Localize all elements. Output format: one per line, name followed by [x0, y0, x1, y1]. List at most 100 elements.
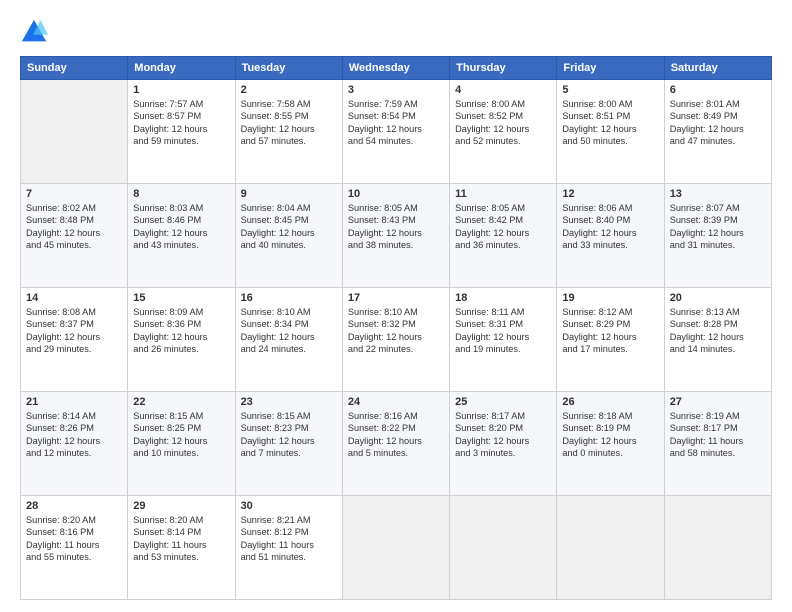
- weekday-row: SundayMondayTuesdayWednesdayThursdayFrid…: [21, 57, 772, 80]
- day-number: 21: [26, 396, 122, 408]
- day-info: Sunrise: 8:03 AM Sunset: 8:46 PM Dayligh…: [133, 202, 229, 252]
- day-number: 26: [562, 396, 658, 408]
- calendar-cell: 27 Sunrise: 8:19 AM Sunset: 8:17 PM Dayli…: [664, 392, 771, 496]
- calendar-cell: 4 Sunrise: 8:00 AM Sunset: 8:52 PM Daylig…: [450, 80, 557, 184]
- calendar-cell: 12Sunrise: 8:06 AM Sunset: 8:40 PM Dayli…: [557, 184, 664, 288]
- calendar-cell: 23 Sunrise: 8:15 AM Sunset: 8:23 PM Dayli…: [235, 392, 342, 496]
- calendar-cell: 17 Sunrise: 8:10 AM Sunset: 8:32 PM Dayli…: [342, 288, 449, 392]
- week-row-4: 28Sunrise: 8:20 AM Sunset: 8:16 PM Dayli…: [21, 496, 772, 600]
- day-info: Sunrise: 8:16 AM Sunset: 8:22 PM Dayligh…: [348, 410, 444, 460]
- day-info: Sunrise: 8:15 AM Sunset: 8:25 PM Dayligh…: [133, 410, 229, 460]
- day-number: 14: [26, 292, 122, 304]
- day-info: Sunrise: 7:59 AM Sunset: 8:54 PM Dayligh…: [348, 98, 444, 148]
- day-info: Sunrise: 8:00 AM Sunset: 8:52 PM Dayligh…: [455, 98, 551, 148]
- calendar-cell: 21 Sunrise: 8:14 AM Sunset: 8:26 PM Dayli…: [21, 392, 128, 496]
- calendar-cell: [21, 80, 128, 184]
- calendar-cell: 20 Sunrise: 8:13 AM Sunset: 8:28 PM Dayli…: [664, 288, 771, 392]
- calendar-header: SundayMondayTuesdayWednesdayThursdayFrid…: [21, 57, 772, 80]
- day-number: 17: [348, 292, 444, 304]
- weekday-header-saturday: Saturday: [664, 57, 771, 80]
- day-number: 16: [241, 292, 337, 304]
- day-number: 25: [455, 396, 551, 408]
- day-info: Sunrise: 8:14 AM Sunset: 8:26 PM Dayligh…: [26, 410, 122, 460]
- day-number: 11: [455, 188, 551, 200]
- day-number: 23: [241, 396, 337, 408]
- day-info: Sunrise: 8:05 AM Sunset: 8:42 PM Dayligh…: [455, 202, 551, 252]
- calendar-cell: 25Sunrise: 8:17 AM Sunset: 8:20 PM Dayli…: [450, 392, 557, 496]
- day-info: Sunrise: 8:11 AM Sunset: 8:31 PM Dayligh…: [455, 306, 551, 356]
- calendar-cell: [557, 496, 664, 600]
- calendar-cell: 5 Sunrise: 8:00 AM Sunset: 8:51 PM Daylig…: [557, 80, 664, 184]
- day-number: 27: [670, 396, 766, 408]
- calendar-cell: 3 Sunrise: 7:59 AM Sunset: 8:54 PM Daylig…: [342, 80, 449, 184]
- day-info: Sunrise: 7:57 AM Sunset: 8:57 PM Dayligh…: [133, 98, 229, 148]
- day-info: Sunrise: 8:09 AM Sunset: 8:36 PM Dayligh…: [133, 306, 229, 356]
- calendar-cell: 16Sunrise: 8:10 AM Sunset: 8:34 PM Dayli…: [235, 288, 342, 392]
- calendar-cell: 1 Sunrise: 7:57 AM Sunset: 8:57 PM Daylig…: [128, 80, 235, 184]
- day-number: 6: [670, 84, 766, 96]
- calendar-cell: 19 Sunrise: 8:12 AM Sunset: 8:29 PM Dayli…: [557, 288, 664, 392]
- day-info: Sunrise: 8:10 AM Sunset: 8:32 PM Dayligh…: [348, 306, 444, 356]
- day-info: Sunrise: 8:08 AM Sunset: 8:37 PM Dayligh…: [26, 306, 122, 356]
- day-info: Sunrise: 7:58 AM Sunset: 8:55 PM Dayligh…: [241, 98, 337, 148]
- header: [20, 18, 772, 46]
- day-number: 7: [26, 188, 122, 200]
- day-info: Sunrise: 8:07 AM Sunset: 8:39 PM Dayligh…: [670, 202, 766, 252]
- calendar-cell: 29Sunrise: 8:20 AM Sunset: 8:14 PM Dayli…: [128, 496, 235, 600]
- day-number: 30: [241, 500, 337, 512]
- day-number: 4: [455, 84, 551, 96]
- calendar-cell: 2 Sunrise: 7:58 AM Sunset: 8:55 PM Daylig…: [235, 80, 342, 184]
- weekday-header-friday: Friday: [557, 57, 664, 80]
- week-row-0: 1 Sunrise: 7:57 AM Sunset: 8:57 PM Daylig…: [21, 80, 772, 184]
- calendar-cell: 14 Sunrise: 8:08 AM Sunset: 8:37 PM Dayli…: [21, 288, 128, 392]
- day-info: Sunrise: 8:02 AM Sunset: 8:48 PM Dayligh…: [26, 202, 122, 252]
- day-number: 29: [133, 500, 229, 512]
- weekday-header-wednesday: Wednesday: [342, 57, 449, 80]
- calendar-cell: 22 Sunrise: 8:15 AM Sunset: 8:25 PM Dayli…: [128, 392, 235, 496]
- calendar-cell: 11 Sunrise: 8:05 AM Sunset: 8:42 PM Dayli…: [450, 184, 557, 288]
- day-info: Sunrise: 8:15 AM Sunset: 8:23 PM Dayligh…: [241, 410, 337, 460]
- day-number: 22: [133, 396, 229, 408]
- day-info: Sunrise: 8:13 AM Sunset: 8:28 PM Dayligh…: [670, 306, 766, 356]
- day-info: Sunrise: 8:01 AM Sunset: 8:49 PM Dayligh…: [670, 98, 766, 148]
- calendar-cell: 9Sunrise: 8:04 AM Sunset: 8:45 PM Daylig…: [235, 184, 342, 288]
- calendar-cell: 26 Sunrise: 8:18 AM Sunset: 8:19 PM Dayli…: [557, 392, 664, 496]
- page: SundayMondayTuesdayWednesdayThursdayFrid…: [0, 0, 792, 612]
- day-number: 18: [455, 292, 551, 304]
- day-number: 20: [670, 292, 766, 304]
- week-row-1: 7 Sunrise: 8:02 AM Sunset: 8:48 PM Daylig…: [21, 184, 772, 288]
- day-number: 12: [562, 188, 658, 200]
- day-number: 5: [562, 84, 658, 96]
- logo: [20, 18, 52, 46]
- calendar-cell: 18 Sunrise: 8:11 AM Sunset: 8:31 PM Dayli…: [450, 288, 557, 392]
- day-number: 19: [562, 292, 658, 304]
- calendar-cell: 28Sunrise: 8:20 AM Sunset: 8:16 PM Dayli…: [21, 496, 128, 600]
- day-info: Sunrise: 8:00 AM Sunset: 8:51 PM Dayligh…: [562, 98, 658, 148]
- weekday-header-sunday: Sunday: [21, 57, 128, 80]
- day-info: Sunrise: 8:12 AM Sunset: 8:29 PM Dayligh…: [562, 306, 658, 356]
- day-info: Sunrise: 8:05 AM Sunset: 8:43 PM Dayligh…: [348, 202, 444, 252]
- day-number: 10: [348, 188, 444, 200]
- day-info: Sunrise: 8:21 AM Sunset: 8:12 PM Dayligh…: [241, 514, 337, 564]
- calendar-body: 1 Sunrise: 7:57 AM Sunset: 8:57 PM Daylig…: [21, 80, 772, 600]
- logo-icon: [20, 18, 48, 46]
- week-row-3: 21 Sunrise: 8:14 AM Sunset: 8:26 PM Dayli…: [21, 392, 772, 496]
- calendar-cell: 30 Sunrise: 8:21 AM Sunset: 8:12 PM Dayli…: [235, 496, 342, 600]
- day-info: Sunrise: 8:19 AM Sunset: 8:17 PM Dayligh…: [670, 410, 766, 460]
- day-number: 9: [241, 188, 337, 200]
- calendar-cell: 24Sunrise: 8:16 AM Sunset: 8:22 PM Dayli…: [342, 392, 449, 496]
- weekday-header-monday: Monday: [128, 57, 235, 80]
- day-number: 2: [241, 84, 337, 96]
- calendar-cell: 6 Sunrise: 8:01 AM Sunset: 8:49 PM Daylig…: [664, 80, 771, 184]
- weekday-header-tuesday: Tuesday: [235, 57, 342, 80]
- day-number: 8: [133, 188, 229, 200]
- week-row-2: 14 Sunrise: 8:08 AM Sunset: 8:37 PM Dayli…: [21, 288, 772, 392]
- calendar-cell: 7 Sunrise: 8:02 AM Sunset: 8:48 PM Daylig…: [21, 184, 128, 288]
- day-number: 13: [670, 188, 766, 200]
- day-number: 1: [133, 84, 229, 96]
- day-info: Sunrise: 8:18 AM Sunset: 8:19 PM Dayligh…: [562, 410, 658, 460]
- day-number: 3: [348, 84, 444, 96]
- day-number: 28: [26, 500, 122, 512]
- calendar-table: SundayMondayTuesdayWednesdayThursdayFrid…: [20, 56, 772, 600]
- calendar-cell: 15Sunrise: 8:09 AM Sunset: 8:36 PM Dayli…: [128, 288, 235, 392]
